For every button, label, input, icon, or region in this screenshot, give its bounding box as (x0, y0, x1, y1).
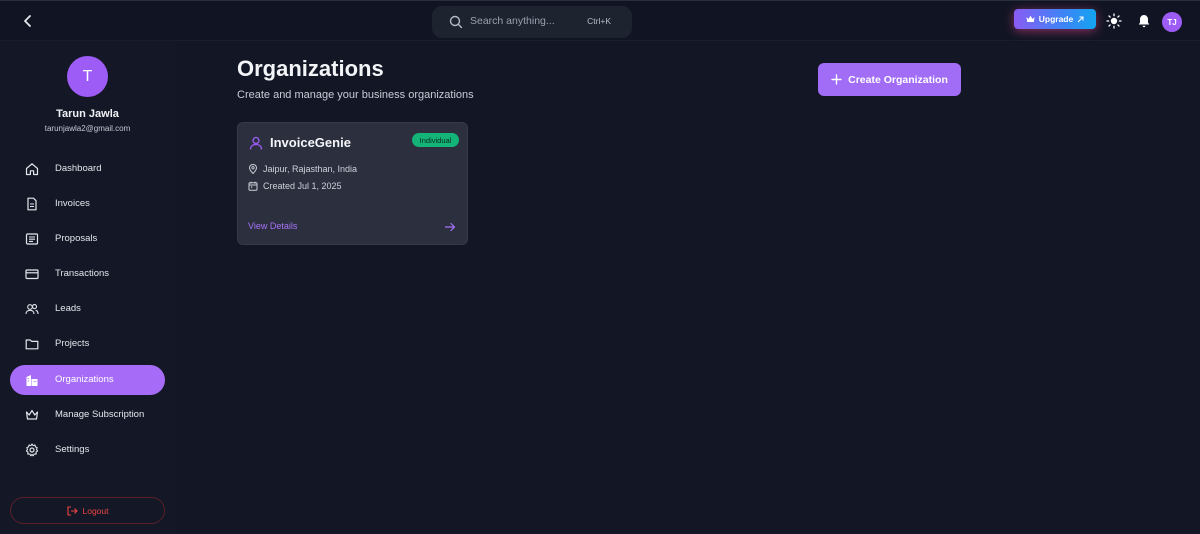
organization-created: Created Jul 1, 2025 (263, 181, 342, 191)
sidebar-item-projects[interactable]: Projects (10, 329, 165, 359)
organization-location: Jaipur, Rajasthan, India (263, 164, 358, 174)
arrow-right-icon[interactable] (444, 221, 456, 233)
organization-card[interactable]: InvoiceGenie Individual Jaipur, Rajastha… (237, 122, 468, 245)
plus-icon (831, 74, 842, 85)
home-icon (25, 163, 39, 176)
bell-icon[interactable] (1136, 13, 1152, 29)
sidebar-item-label: Settings (55, 444, 90, 455)
profile-name: Tarun Jawla (56, 108, 119, 120)
logout-icon (66, 505, 78, 516)
crown-icon (1026, 15, 1035, 22)
sidebar-item-label: Transactions (55, 268, 110, 279)
profile-email: tarunjawla2@gmail.com (44, 124, 131, 133)
location-pin-icon (248, 164, 258, 174)
search-bar[interactable]: Search anything... Ctrl+K (432, 6, 632, 38)
folder-icon (25, 339, 39, 350)
sidebar-item-label: Manage Subscription (55, 409, 145, 420)
organization-name: InvoiceGenie (270, 135, 351, 150)
sidebar-item-manage-subscription[interactable]: Manage Subscription (10, 400, 165, 430)
search-placeholder: Search anything... (470, 15, 555, 27)
sidebar-item-label: Organizations (55, 374, 114, 385)
user-icon (249, 136, 263, 150)
view-details-link[interactable]: View Details (248, 221, 297, 231)
create-organization-label: Create Organization (848, 73, 948, 86)
sidebar-item-label: Leads (55, 303, 81, 314)
sidebar: T Tarun Jawla tarunjawla2@gmail.com Dash… (0, 41, 175, 534)
card-icon (25, 269, 39, 280)
crown-icon (25, 409, 39, 420)
logout-button[interactable]: Logout (10, 497, 165, 524)
profile-avatar: T (67, 56, 108, 97)
sidebar-item-label: Projects (55, 338, 90, 349)
sidebar-item-label: Proposals (55, 233, 98, 244)
sidebar-item-transactions[interactable]: Transactions (10, 259, 165, 289)
sidebar-item-label: Dashboard (55, 163, 102, 174)
document-icon (27, 197, 37, 211)
list-icon (25, 233, 39, 245)
sidebar-item-organizations[interactable]: Organizations (10, 365, 165, 395)
top-bar: Search anything... Ctrl+K Upgrade TJ (0, 0, 1200, 41)
chevron-left-icon (24, 15, 31, 27)
sidebar-item-leads[interactable]: Leads (10, 294, 165, 324)
search-icon (449, 15, 463, 29)
users-icon (25, 304, 39, 315)
sidebar-item-settings[interactable]: Settings (10, 435, 165, 465)
building-icon (26, 375, 38, 386)
calendar-icon (248, 181, 258, 191)
page-subtitle: Create and manage your business organiza… (237, 89, 474, 101)
sidebar-item-proposals[interactable]: Proposals (10, 224, 165, 254)
sidebar-item-dashboard[interactable]: Dashboard (10, 154, 165, 184)
user-avatar[interactable]: TJ (1162, 12, 1182, 32)
back-button[interactable] (18, 11, 38, 31)
gear-icon (25, 443, 39, 457)
sun-icon[interactable] (1106, 13, 1122, 29)
external-arrow-icon (1077, 16, 1084, 22)
logout-label: Logout (82, 505, 109, 516)
sidebar-item-invoices[interactable]: Invoices (10, 189, 165, 219)
upgrade-label: Upgrade (1038, 14, 1074, 24)
search-shortcut: Ctrl+K (587, 16, 611, 26)
upgrade-button[interactable]: Upgrade (1014, 9, 1096, 29)
page-title: Organizations (237, 56, 384, 81)
sidebar-item-label: Invoices (55, 198, 90, 209)
organization-type-badge: Individual (412, 133, 459, 147)
create-organization-button[interactable]: Create Organization (818, 63, 961, 96)
